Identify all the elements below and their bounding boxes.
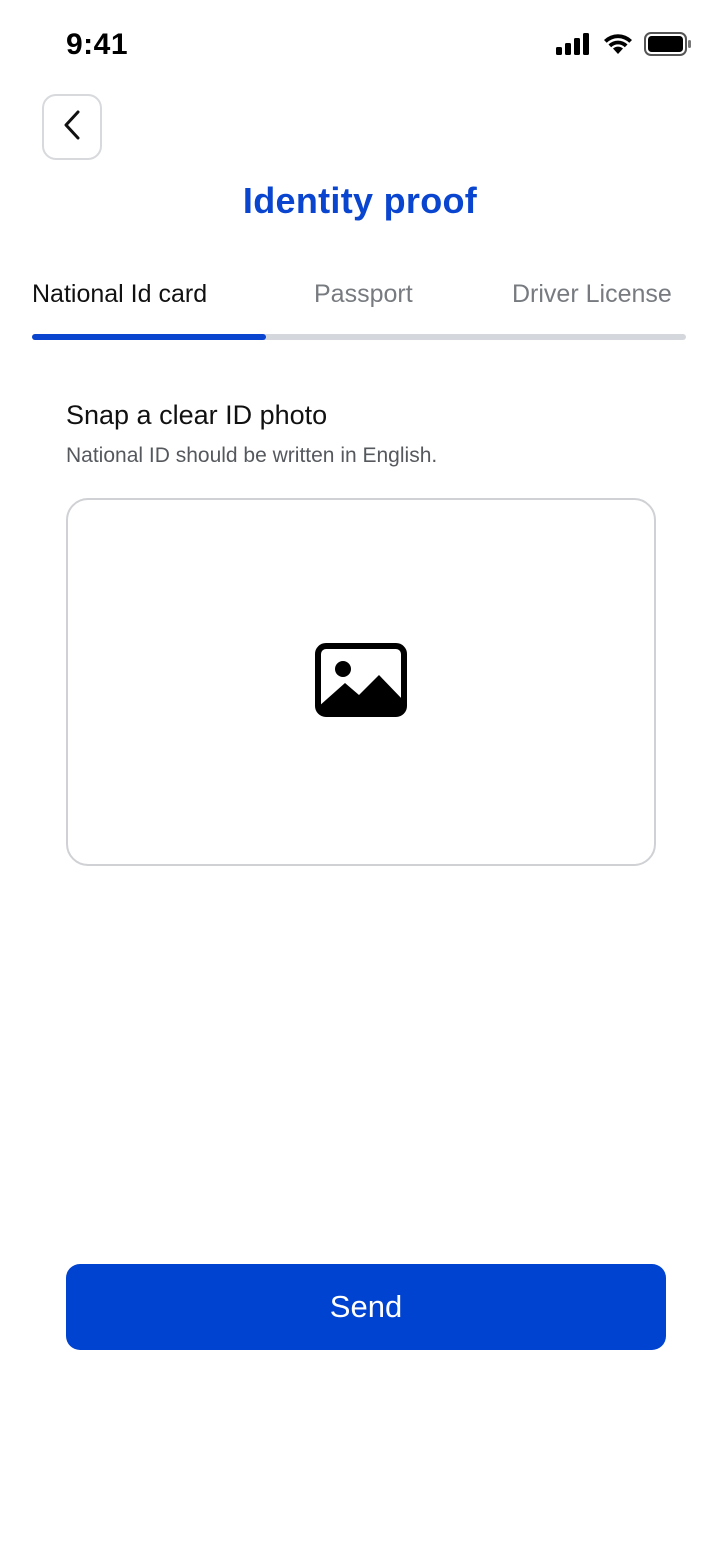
active-tab-indicator [32,334,266,340]
image-placeholder-icon [315,642,407,722]
battery-icon [644,31,692,61]
tab-driver-license[interactable]: Driver License [512,280,672,309]
status-time: 9:41 [66,28,129,61]
tab-passport[interactable]: Passport [314,280,413,309]
tab-bar: National Id card Passport Driver License [32,280,688,342]
back-button[interactable] [42,94,102,160]
tab-national-id-card[interactable]: National Id card [32,280,207,309]
cellular-signal-icon [556,32,592,60]
page-title: Identity proof [242,180,478,221]
chevron-left-icon [61,109,83,146]
send-button[interactable]: Send [66,1264,666,1350]
wifi-icon [602,32,634,61]
status-bar: 9:41 [0,0,720,90]
id-photo-upload-area[interactable] [66,498,656,866]
section-subtitle: National ID should be written in English… [66,444,438,467]
status-icons [556,31,692,61]
section-title: Snap a clear ID photo [66,400,328,430]
